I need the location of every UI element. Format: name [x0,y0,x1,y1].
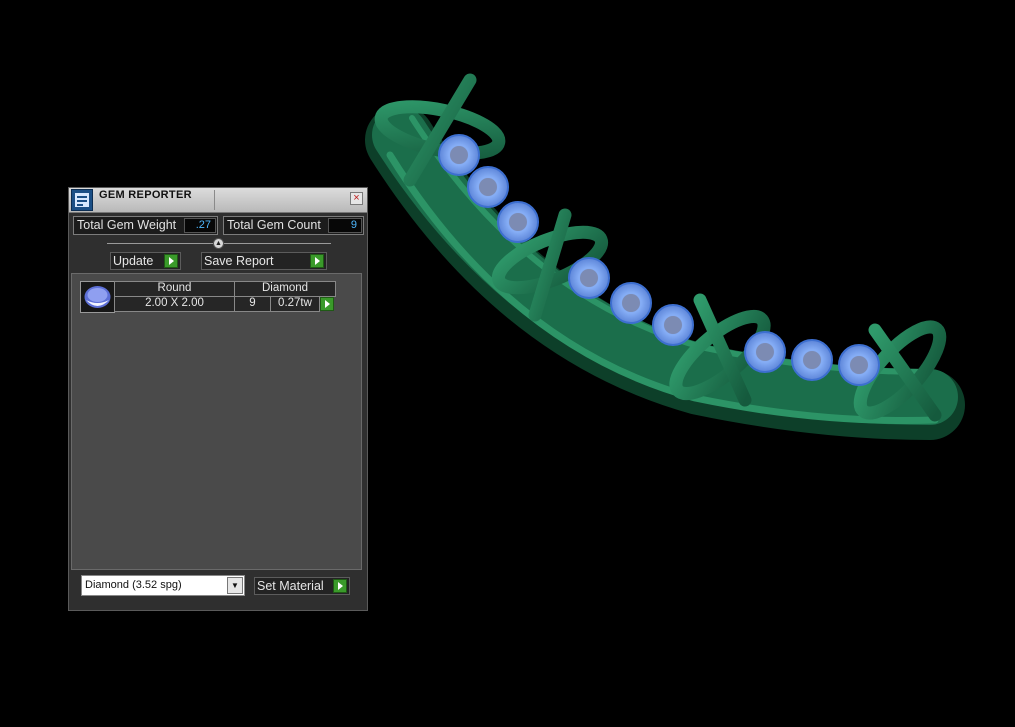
bracelet-model [365,73,965,440]
set-material-button[interactable]: Set Material [254,577,350,595]
gem-reporter-app-icon [71,189,93,211]
save-report-button-label: Save Report [204,254,274,268]
collapse-splitter-icon[interactable]: ▲ [213,238,224,249]
gem-count-cell: 9 [234,296,271,312]
update-button[interactable]: Update [110,252,181,270]
round-gem [744,331,786,373]
total-gem-weight-label: Total Gem Weight [77,218,177,232]
panel-title: GEM REPORTER [99,189,192,201]
total-gem-weight-value: .27 [184,218,216,233]
play-arrow-icon [164,254,178,268]
total-gem-count-label: Total Gem Count [227,218,321,232]
round-gem [838,344,880,386]
update-button-label: Update [113,254,154,268]
round-gem [497,201,539,243]
gem-reporter-panel: GEM REPORTER × Total Gem Weight .27 Tota… [68,187,368,611]
material-select[interactable]: Diamond (3.52 spg) ▼ [81,575,245,596]
close-icon[interactable]: × [350,192,363,205]
titlebar-separator [214,190,215,210]
play-arrow-icon[interactable] [320,297,334,311]
round-gem [438,134,480,176]
set-material-button-label: Set Material [257,579,324,593]
play-arrow-icon [310,254,324,268]
round-gem [652,304,694,346]
round-gem [568,257,610,299]
round-gem [791,339,833,381]
material-select-value: Diamond (3.52 spg) [85,579,182,591]
round-gem-icon [80,281,115,313]
gem-size-cell: 2.00 X 2.00 [114,296,235,312]
total-gem-count-value: 9 [328,218,362,233]
play-arrow-icon [333,579,347,593]
gem-list[interactable]: Round Diamond 2.00 X 2.00 9 0.27tw [71,273,362,570]
gem-weight-cell: 0.27tw [270,296,320,312]
gem-shape-cell: Round [114,281,235,297]
save-report-button[interactable]: Save Report [201,252,327,270]
round-gem [610,282,652,324]
panel-titlebar[interactable]: GEM REPORTER × [69,188,367,213]
round-gem [467,166,509,208]
chevron-down-icon[interactable]: ▼ [227,577,243,594]
gem-material-cell: Diamond [234,281,336,297]
